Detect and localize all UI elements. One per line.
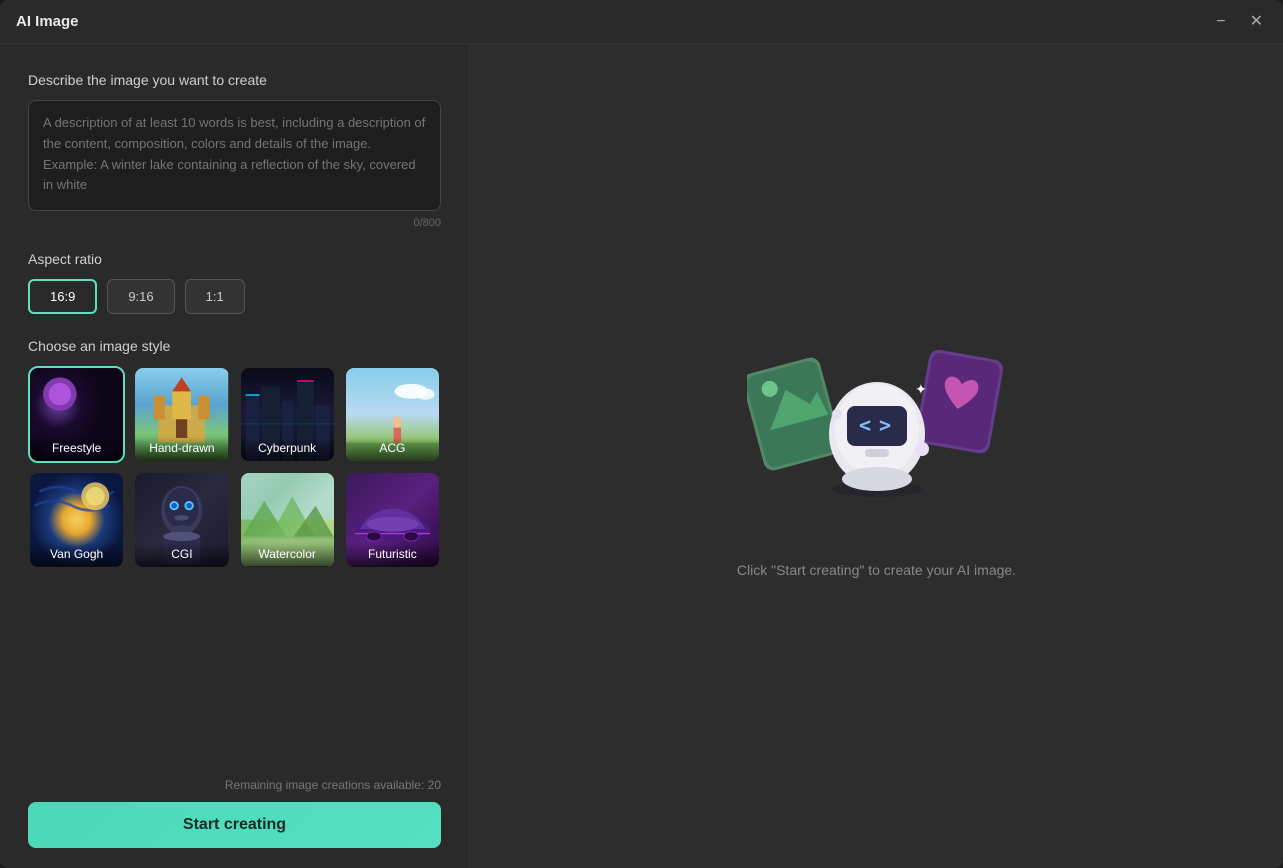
left-panel: Describe the image you want to create 0/… (0, 44, 470, 868)
style-label-vangogh: Van Gogh (30, 543, 123, 567)
style-item-acg[interactable]: ACG (344, 366, 441, 463)
aspect-btn-9-16[interactable]: 9:16 (107, 279, 174, 314)
aspect-buttons: 16:9 9:16 1:1 (28, 279, 441, 314)
style-item-freestyle[interactable]: Freestyle (28, 366, 125, 463)
style-item-cgi[interactable]: CGI (133, 471, 230, 568)
robot-illustration: < > ✦ (747, 334, 1007, 534)
svg-text:<: < (859, 413, 871, 437)
style-item-cyberpunk[interactable]: Cyberpunk (239, 366, 336, 463)
right-panel: < > ✦ Click "Start creating" to create y… (470, 44, 1283, 868)
style-item-futuristic[interactable]: Futuristic (344, 471, 441, 568)
style-section: Choose an image style (28, 338, 441, 569)
hint-text: Click "Start creating" to create your AI… (737, 562, 1016, 578)
style-label-handdrawn: Hand-drawn (135, 437, 228, 461)
close-button[interactable]: ✕ (1246, 12, 1267, 32)
style-label-futuristic: Futuristic (346, 543, 439, 567)
main-content: Describe the image you want to create 0/… (0, 44, 1283, 868)
svg-text:>: > (879, 413, 891, 437)
description-wrapper (28, 100, 441, 211)
describe-label: Describe the image you want to create (28, 72, 441, 88)
app-window: AI Image − ✕ Describe the image you want… (0, 0, 1283, 868)
style-label-cyberpunk: Cyberpunk (241, 437, 334, 461)
style-label-acg: ACG (346, 437, 439, 461)
style-label-cgi: CGI (135, 543, 228, 567)
style-item-handdrawn[interactable]: Hand-drawn (133, 366, 230, 463)
aspect-ratio-section: Aspect ratio 16:9 9:16 1:1 (28, 251, 441, 314)
titlebar: AI Image − ✕ (0, 0, 1283, 44)
aspect-btn-16-9[interactable]: 16:9 (28, 279, 97, 314)
svg-text:✦: ✦ (915, 381, 927, 397)
aspect-btn-1-1[interactable]: 1:1 (185, 279, 245, 314)
start-creating-button[interactable]: Start creating (28, 802, 441, 848)
style-label: Choose an image style (28, 338, 441, 354)
style-label-watercolor: Watercolor (241, 543, 334, 567)
minimize-button[interactable]: − (1212, 12, 1229, 32)
style-item-vangogh[interactable]: Van Gogh (28, 471, 125, 568)
titlebar-controls: − ✕ (1212, 12, 1267, 32)
remaining-text: Remaining image creations available: 20 (28, 778, 441, 792)
style-item-watercolor[interactable]: Watercolor (239, 471, 336, 568)
window-title: AI Image (16, 13, 1212, 30)
char-count: 0/800 (28, 217, 441, 229)
style-grid: Freestyle (28, 366, 441, 569)
description-input[interactable] (43, 113, 426, 193)
aspect-label: Aspect ratio (28, 251, 441, 267)
style-label-freestyle: Freestyle (30, 437, 123, 461)
